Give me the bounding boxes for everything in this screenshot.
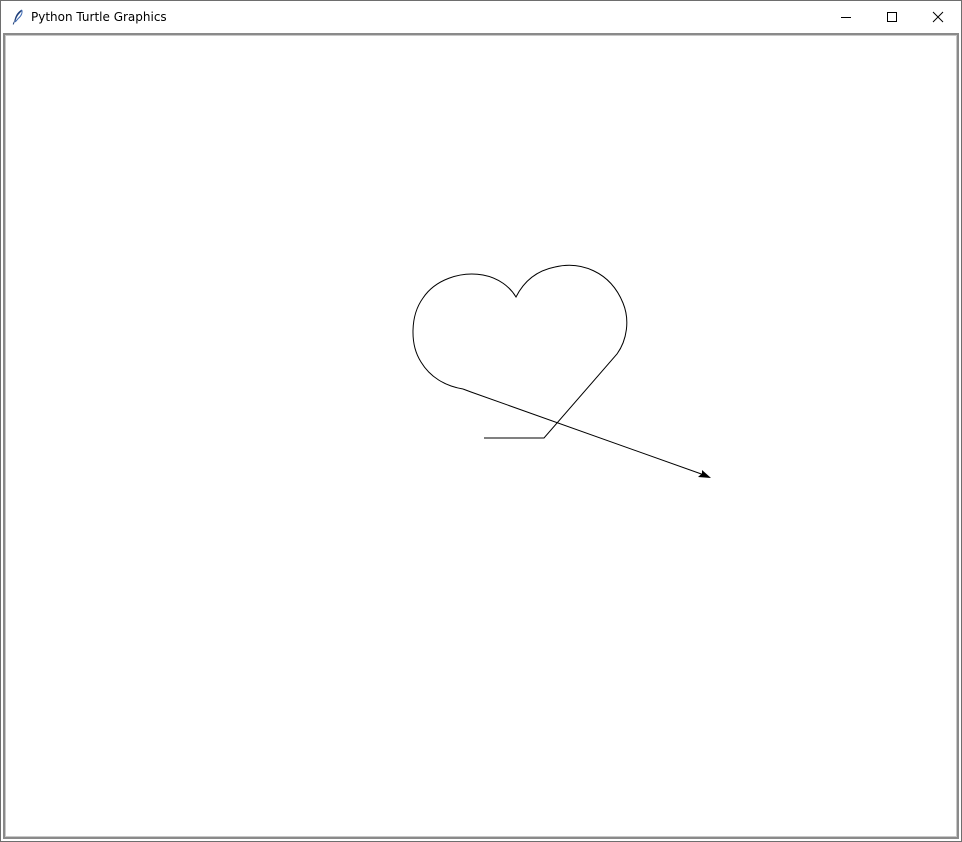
trail-line [462,388,708,477]
window-title: Python Turtle Graphics [31,9,167,24]
close-button[interactable] [915,1,961,32]
heart-outline [412,264,628,439]
turtle-canvas[interactable] [3,33,959,839]
close-icon [932,11,944,22]
drawing-surface [412,264,711,478]
maximize-icon [887,11,897,22]
feather-icon [10,9,26,25]
minimize-button[interactable] [823,1,869,32]
window-controls [823,1,961,32]
title-bar[interactable]: Python Turtle Graphics [1,1,961,32]
minimize-icon [841,16,851,18]
maximize-button[interactable] [869,1,915,32]
turtle-window: Python Turtle Graphics [0,0,962,842]
